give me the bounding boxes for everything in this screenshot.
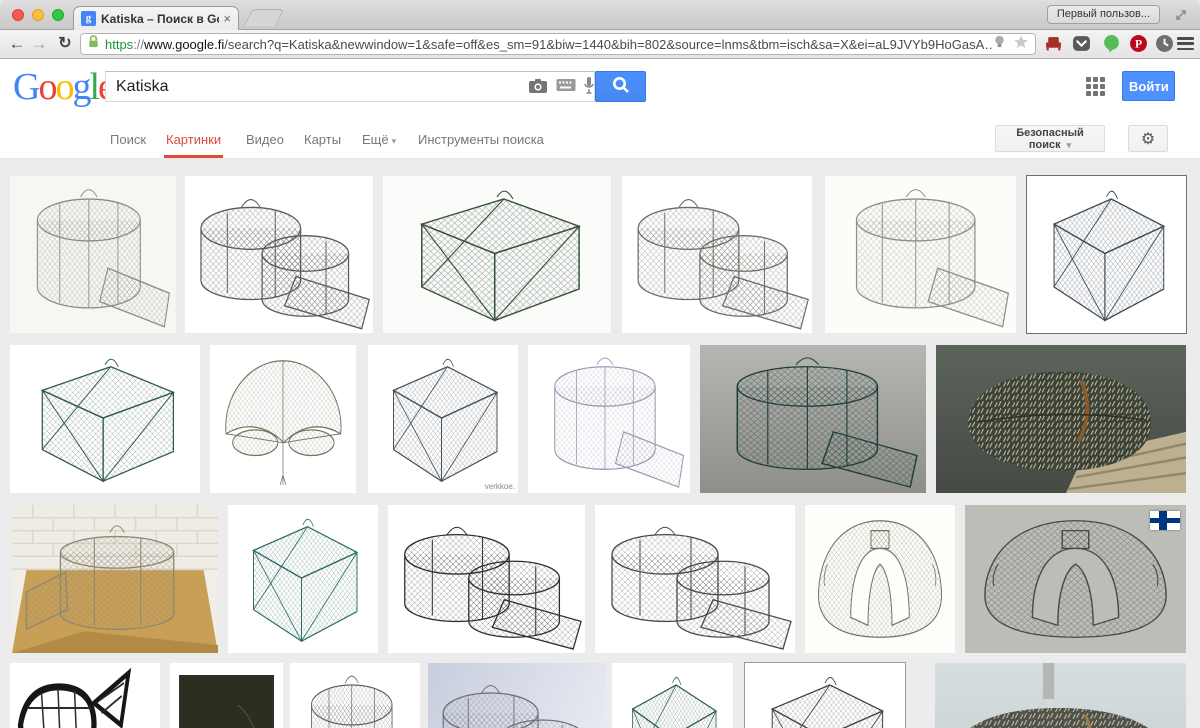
image-result[interactable] [965, 505, 1186, 653]
sign-in-button[interactable]: Войти [1122, 71, 1175, 101]
green-balloon-extension-icon[interactable] [1102, 34, 1121, 53]
image-result[interactable] [228, 505, 378, 653]
forward-button[interactable]: → [28, 32, 50, 56]
image-result[interactable] [290, 663, 420, 728]
tab-videos[interactable]: Видео [246, 132, 284, 147]
address-bar[interactable]: https://www.google.fi/search?q=Katiska&n… [80, 33, 1036, 55]
gear-icon: ⚙ [1141, 131, 1155, 148]
search-input[interactable] [105, 71, 595, 102]
image-result[interactable] [700, 345, 926, 493]
image-result[interactable] [825, 176, 1016, 333]
image-result[interactable] [170, 663, 283, 728]
browser-tab[interactable]: g Katiska – Поиск в Google × [73, 6, 239, 30]
reload-button[interactable]: ↻ [54, 32, 76, 56]
image-result[interactable] [805, 505, 955, 653]
finnish-flag-badge [1150, 511, 1180, 530]
settings-gear-button[interactable]: ⚙ [1128, 125, 1168, 152]
https-padlock-icon [87, 34, 100, 54]
image-result[interactable] [528, 345, 690, 493]
url-text: https://www.google.fi/search?q=Katiska&n… [105, 37, 992, 52]
google-apps-grid-icon[interactable] [1086, 77, 1106, 97]
google-header: Google Войти [0, 59, 1200, 118]
expand-arrows-icon[interactable] [1174, 8, 1188, 22]
chevron-down-icon: ▾ [392, 136, 397, 146]
window-zoom-button[interactable] [52, 9, 64, 21]
image-result[interactable] [10, 176, 176, 333]
search-tools-link[interactable]: Инструменты поиска [418, 132, 544, 147]
safe-search-dropdown[interactable]: Безопасный поиск ▾ [995, 125, 1105, 152]
clock-extension-icon[interactable] [1155, 34, 1174, 53]
image-result[interactable] [1027, 176, 1186, 333]
image-result[interactable] [10, 345, 200, 493]
profile-button[interactable]: Первый пользов... [1047, 5, 1160, 24]
window-minimize-button[interactable] [32, 9, 44, 21]
google-logo[interactable]: Google [13, 65, 113, 109]
image-result[interactable] [12, 505, 218, 653]
chevron-down-icon: ▾ [1067, 140, 1072, 150]
image-result[interactable] [185, 176, 373, 333]
tab-close-icon[interactable]: × [223, 11, 231, 26]
bookmark-star-icon[interactable] [1013, 34, 1029, 55]
image-result[interactable] [745, 663, 905, 728]
pinterest-extension-icon[interactable]: P [1129, 34, 1148, 53]
image-result[interactable] [10, 663, 160, 728]
image-result[interactable] [936, 345, 1186, 493]
browser-toolbar: ← → ↻ https://www.google.fi/search?q=Kat… [0, 30, 1200, 59]
lightbulb-icon[interactable] [992, 34, 1007, 54]
image-result[interactable] [935, 663, 1186, 728]
virtual-keyboard-icon[interactable] [556, 78, 576, 97]
tab-title: Katiska – Поиск в Google [101, 12, 219, 26]
google-favicon-icon: g [81, 11, 96, 26]
image-result[interactable] [388, 505, 585, 653]
voice-search-mic-icon[interactable] [582, 76, 596, 101]
results-nav: Поиск Картинки Видео Карты Ещё▾ Инструме… [0, 118, 1200, 159]
tab-maps[interactable]: Карты [304, 132, 341, 147]
window-close-button[interactable] [12, 9, 24, 21]
tab-strip: g Katiska – Поиск в Google × Первый поль… [0, 0, 1200, 30]
image-result[interactable] [595, 505, 795, 653]
browser-window: g Katiska – Поиск в Google × Первый поль… [0, 0, 1200, 728]
new-tab-button[interactable] [244, 9, 284, 26]
search-by-image-camera-icon[interactable] [528, 78, 548, 99]
back-button[interactable]: ← [6, 32, 28, 56]
armchair-extension-icon[interactable] [1044, 34, 1063, 53]
image-result[interactable] [428, 663, 607, 728]
search-button[interactable] [595, 71, 646, 102]
image-result[interactable]: verkkoe. [368, 345, 518, 493]
image-result[interactable] [612, 663, 733, 728]
tab-more[interactable]: Ещё▾ [362, 132, 396, 147]
pocket-extension-icon[interactable] [1072, 34, 1091, 53]
chrome-menu-icon[interactable] [1177, 37, 1194, 51]
image-result[interactable] [622, 176, 812, 333]
magnifier-icon [611, 75, 631, 95]
image-results-grid: verkkoe. [0, 159, 1200, 728]
svg-text:P: P [1135, 38, 1142, 51]
tab-images[interactable]: Картинки [166, 132, 221, 147]
image-result[interactable] [210, 345, 356, 493]
image-result[interactable] [383, 176, 611, 333]
tab-search[interactable]: Поиск [110, 132, 146, 147]
image-watermark: verkkoe. [485, 482, 515, 491]
